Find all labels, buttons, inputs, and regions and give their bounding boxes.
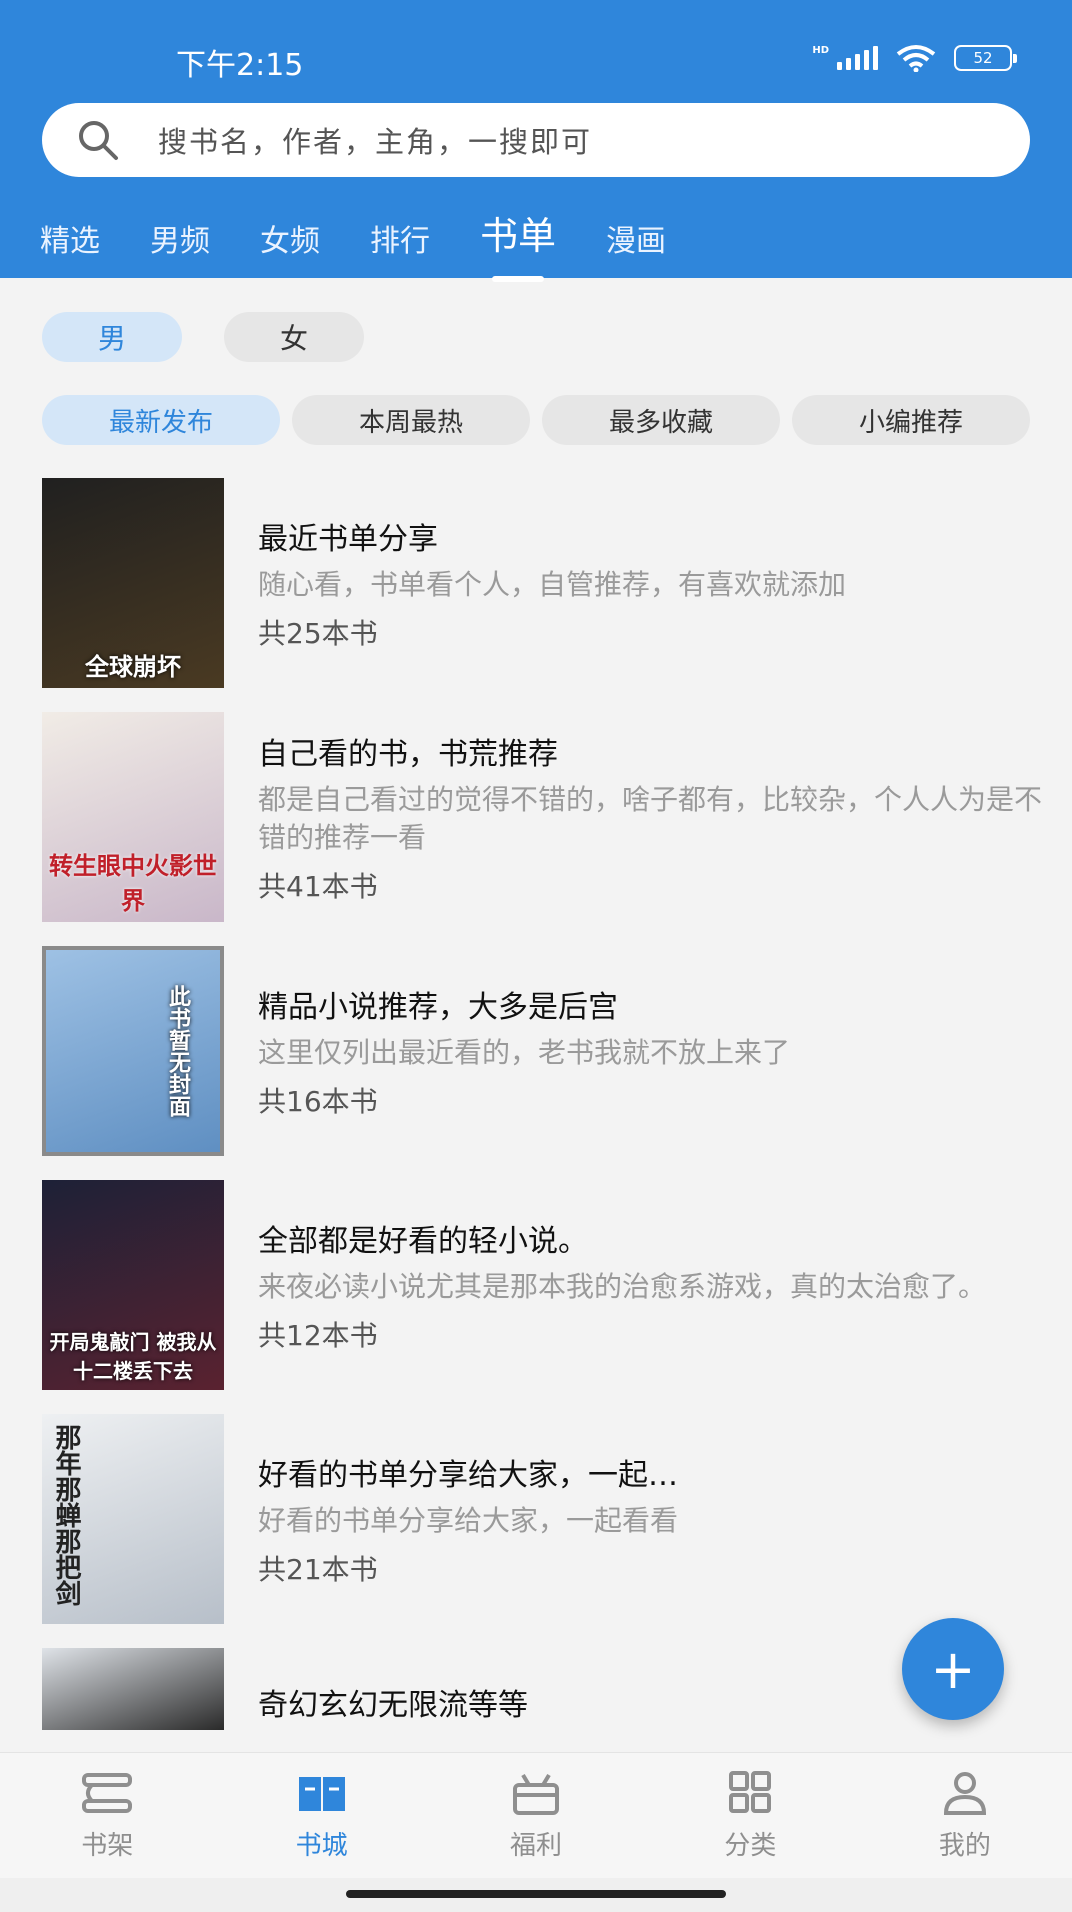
tab-ranking[interactable]: 排行	[370, 216, 430, 260]
booklist-description: 都是自己看过的觉得不错的，啥子都有，比较杂，个人人为是不错的推荐一看	[258, 783, 1043, 854]
sort-filter: 最新发布 本周最热 最多收藏 小编推荐	[42, 395, 1030, 445]
booklist-description: 这里仅列出最近看的，老书我就不放上来了	[258, 1036, 791, 1069]
booklist-title: 自己看的书，书荒推荐	[258, 737, 558, 772]
booklist-count: 共21本书	[258, 1553, 378, 1586]
nav-label: 书城	[295, 1830, 348, 1861]
booklist-title: 最近书单分享	[258, 522, 438, 557]
nav-label: 福利	[510, 1830, 563, 1861]
book-cover: 开局鬼敲门 被我从十二楼丢下去	[42, 1180, 224, 1390]
list-item[interactable]: 全球崩坏 最近书单分享 随心看，书单看个人，自管推荐，有喜欢就添加 共25本书	[42, 478, 1042, 688]
book-cover: 全球崩坏	[42, 478, 224, 688]
nav-rewards[interactable]: 福利	[429, 1753, 643, 1879]
category-tabs: 精选 男频 女频 排行 书单 漫画	[40, 205, 716, 260]
booklist-count: 共12本书	[258, 1319, 378, 1352]
bookstore-icon	[298, 1776, 345, 1811]
gift-icon	[513, 1773, 560, 1815]
nav-bookshelf[interactable]: 书架	[0, 1753, 214, 1879]
profile-icon	[943, 1771, 986, 1815]
tab-female[interactable]: 女频	[260, 216, 320, 260]
gender-male-button[interactable]: 男	[42, 312, 182, 362]
booklist-count: 共41本书	[258, 870, 378, 903]
search-icon	[79, 121, 118, 160]
list-item[interactable]: 开局鬼敲门 被我从十二楼丢下去 全部都是好看的轻小说。 来夜必读小说尤其是那本我…	[42, 1180, 1042, 1390]
gender-filter: 男 女	[42, 312, 364, 362]
book-cover: 那年那蝉那把剑	[42, 1414, 224, 1624]
wifi-icon	[896, 45, 936, 72]
booklist-description: 来夜必读小说尤其是那本我的治愈系游戏，真的太治愈了。	[258, 1270, 987, 1303]
tab-male[interactable]: 男频	[150, 216, 210, 260]
sort-weekly-hot-button[interactable]: 本周最热	[292, 395, 530, 445]
list-item[interactable]: 转生眼中火影世界 自己看的书，书荒推荐 都是自己看过的觉得不错的，啥子都有，比较…	[42, 712, 1042, 922]
add-booklist-button[interactable]: +	[902, 1618, 1004, 1720]
nav-label: 书架	[81, 1830, 134, 1861]
book-cover: 此书暂无封面	[42, 946, 224, 1156]
home-indicator[interactable]	[346, 1890, 726, 1898]
booklist-title: 好看的书单分享给大家，一起…	[258, 1458, 678, 1493]
status-bar: 下午2:15 HD 52	[0, 0, 1072, 100]
search-input[interactable]: 搜书名，作者，主角，一搜即可	[42, 103, 1030, 177]
top-header: 下午2:15 HD 52 搜书名，作者，主角，一搜即可 精选 男频 女频 排行 …	[0, 0, 1072, 278]
booklist-title: 全部都是好看的轻小说。	[258, 1224, 588, 1259]
book-cover: 转生眼中火影世界	[42, 712, 224, 922]
hd-indicator: HD	[812, 44, 829, 56]
bookshelf-icon	[82, 1772, 133, 1813]
tab-comics[interactable]: 漫画	[606, 216, 666, 260]
booklist-description: 随心看，书单看个人，自管推荐，有喜欢就添加	[258, 568, 847, 601]
status-time: 下午2:15	[176, 48, 304, 83]
sort-editor-picks-button[interactable]: 小编推荐	[792, 395, 1030, 445]
booklist-count: 共25本书	[258, 617, 378, 650]
sort-latest-button[interactable]: 最新发布	[42, 395, 280, 445]
nav-category[interactable]: 分类	[643, 1753, 857, 1879]
nav-bookstore[interactable]: 书城	[214, 1753, 428, 1879]
list-item[interactable]: 此书暂无封面 精品小说推荐，大多是后宫 这里仅列出最近看的，老书我就不放上来了 …	[42, 946, 1042, 1156]
bottom-navigation: 书架 书城 福利 分类 我的	[0, 1752, 1072, 1879]
list-item[interactable]: 奇幻玄幻无限流等等	[42, 1648, 1042, 1730]
booklist-title: 精品小说推荐，大多是后宫	[258, 990, 618, 1025]
nav-label: 我的	[938, 1830, 991, 1861]
search-placeholder: 搜书名，作者，主角，一搜即可	[158, 125, 593, 159]
list-item[interactable]: 那年那蝉那把剑 好看的书单分享给大家，一起… 好看的书单分享给大家，一起看看 共…	[42, 1414, 1042, 1624]
status-icons: HD 52	[812, 44, 1017, 72]
book-cover	[42, 1648, 224, 1730]
nav-profile[interactable]: 我的	[858, 1753, 1072, 1879]
booklist-count: 共16本书	[258, 1085, 378, 1118]
tab-featured[interactable]: 精选	[40, 216, 100, 260]
booklist-description: 好看的书单分享给大家，一起看看	[258, 1504, 679, 1537]
tab-booklist[interactable]: 书单	[480, 205, 556, 260]
signal-icon	[837, 46, 878, 70]
category-grid-icon	[729, 1770, 772, 1813]
gender-female-button[interactable]: 女	[224, 312, 364, 362]
sort-most-favorited-button[interactable]: 最多收藏	[542, 395, 780, 445]
nav-label: 分类	[724, 1830, 777, 1861]
battery-icon: 52	[954, 45, 1017, 71]
